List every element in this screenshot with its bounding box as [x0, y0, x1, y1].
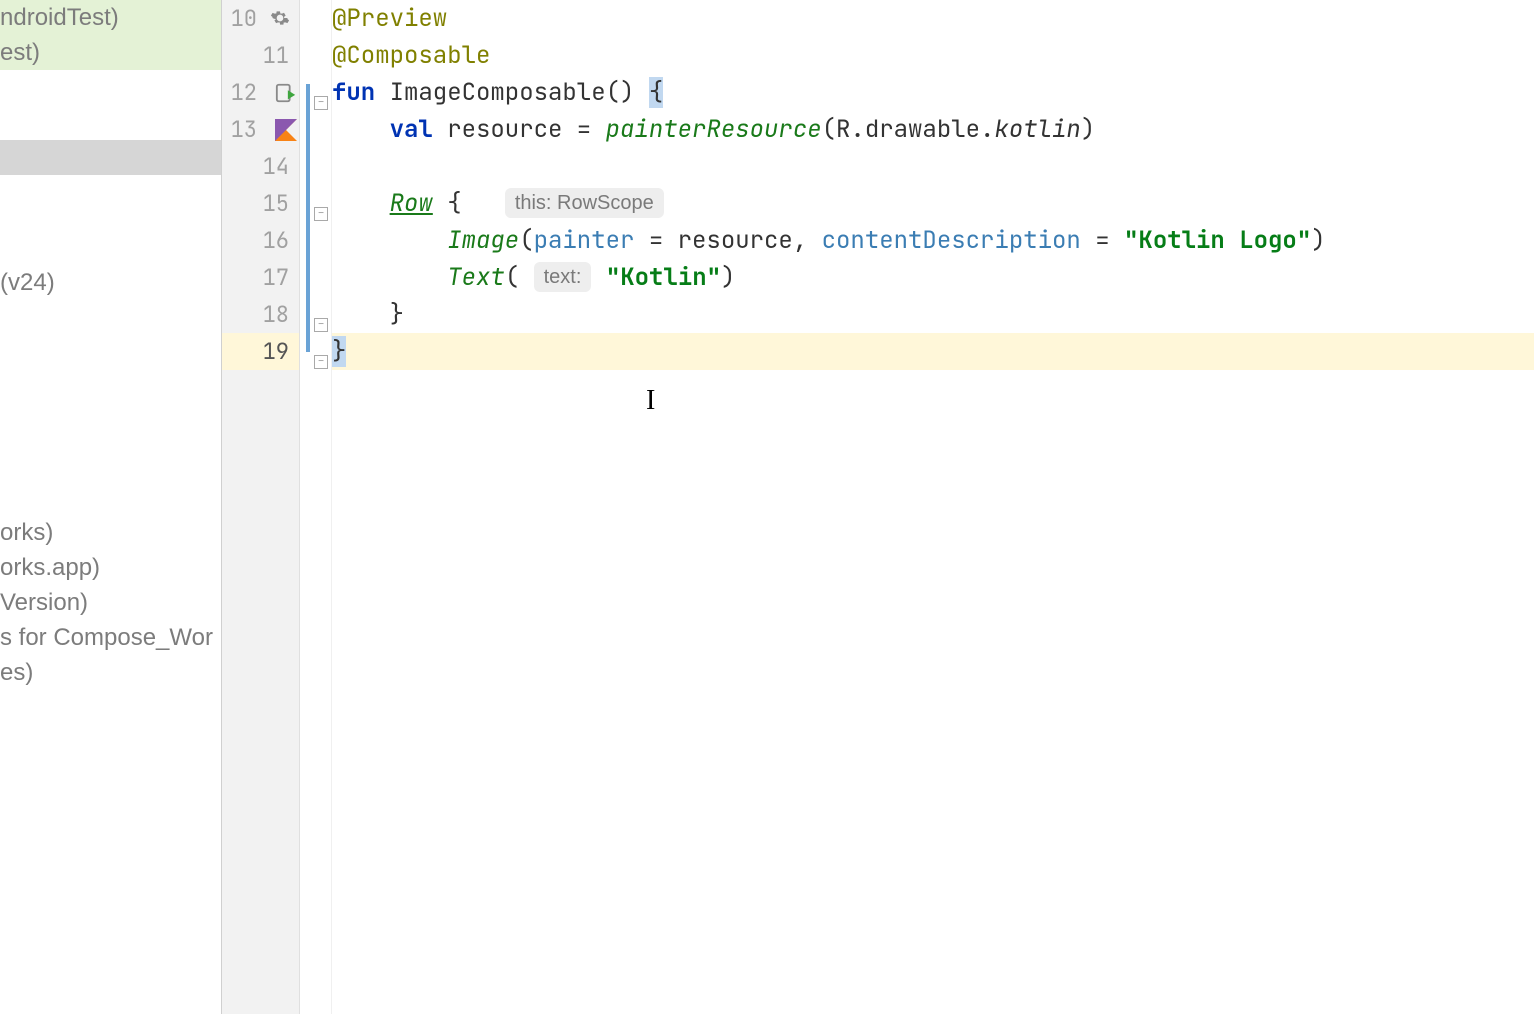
- code-line-current[interactable]: }: [332, 333, 1534, 370]
- editor-gutter[interactable]: 10 11 12 13 14 15 16 17 18 19: [222, 0, 300, 1014]
- tree-item[interactable]: est): [0, 35, 221, 70]
- function-call: painterResource: [606, 114, 822, 145]
- tree-item[interactable]: Version): [0, 585, 221, 620]
- inlay-hint[interactable]: text:: [534, 262, 592, 292]
- paren: ): [1081, 114, 1095, 145]
- line-number-text: 13: [231, 115, 257, 144]
- tree-spacer: [0, 70, 221, 105]
- identifier: kotlin: [994, 114, 1080, 145]
- keyword: val: [390, 114, 433, 145]
- line-number-text: 11: [263, 41, 289, 70]
- function-name: ImageComposable(): [375, 77, 649, 108]
- paren: (: [822, 114, 836, 145]
- named-param: painter: [534, 225, 635, 256]
- line-number-text: 12: [231, 78, 257, 107]
- string-literal: "Kotlin": [606, 262, 721, 293]
- indent: [332, 188, 390, 219]
- line-number[interactable]: 13: [222, 111, 299, 148]
- tree-item[interactable]: s for Compose_Wor: [0, 620, 221, 655]
- indent: [332, 114, 390, 145]
- tree-spacer: [0, 105, 221, 140]
- line-number-text: 16: [263, 226, 289, 255]
- tree-item[interactable]: es): [0, 655, 221, 690]
- code-line[interactable]: @Composable: [332, 37, 1534, 74]
- code-line[interactable]: Image(painter = resource, contentDescrip…: [332, 222, 1534, 259]
- code-line[interactable]: @Preview: [332, 0, 1534, 37]
- paren: (: [519, 225, 533, 256]
- gear-icon[interactable]: [266, 4, 294, 32]
- line-number[interactable]: 10: [222, 0, 299, 37]
- code-line[interactable]: Text( text: "Kotlin"): [332, 259, 1534, 296]
- close-brace-matched: }: [332, 336, 346, 367]
- fold-minus-icon[interactable]: −: [314, 207, 328, 221]
- line-number[interactable]: 12: [222, 74, 299, 111]
- keyword: fun: [332, 77, 375, 108]
- code-line[interactable]: [332, 148, 1534, 185]
- function-call: Text: [447, 262, 505, 293]
- annotation: @Preview: [332, 3, 447, 34]
- space: [591, 262, 605, 293]
- project-tree[interactable]: ndroidTest) est) (v24) orks) orks.app) V…: [0, 0, 222, 1014]
- named-param: contentDescription: [822, 225, 1081, 256]
- tree-item[interactable]: orks): [0, 515, 221, 550]
- line-number-text: 17: [263, 263, 289, 292]
- code-text: =: [1081, 225, 1124, 256]
- tree-spacer: [0, 175, 221, 265]
- code-line[interactable]: val resource = painterResource(R.drawabl…: [332, 111, 1534, 148]
- line-number-text: 10: [231, 4, 257, 33]
- tree-item[interactable]: ndroidTest): [0, 0, 221, 35]
- kotlin-logo-icon[interactable]: [271, 115, 301, 145]
- tree-item[interactable]: (v24): [0, 265, 221, 300]
- annotation: @Composable: [332, 40, 490, 71]
- inlay-hint[interactable]: this: RowScope: [505, 188, 664, 218]
- fold-column[interactable]: − − − −: [300, 0, 332, 1014]
- indent: [332, 299, 390, 330]
- code-line[interactable]: Row { this: RowScope: [332, 185, 1534, 222]
- text-cursor-icon: I: [646, 385, 655, 417]
- code-text: = resource,: [634, 225, 821, 256]
- ide-window: ndroidTest) est) (v24) orks) orks.app) V…: [0, 0, 1534, 1014]
- paren: (: [505, 262, 534, 293]
- code-text: R.drawable.: [836, 114, 994, 145]
- fold-minus-icon[interactable]: −: [314, 318, 328, 332]
- code-text: {: [433, 188, 505, 219]
- code-editor[interactable]: @Preview @Composable fun ImageComposable…: [332, 0, 1534, 1014]
- line-number-text: 15: [263, 189, 289, 218]
- fold-minus-icon[interactable]: −: [314, 355, 328, 369]
- line-number[interactable]: 15: [222, 185, 299, 222]
- tree-spacer: [0, 300, 221, 515]
- line-number[interactable]: 14: [222, 148, 299, 185]
- function-call: Row: [390, 188, 433, 219]
- run-icon[interactable]: [271, 78, 301, 108]
- line-number[interactable]: 17: [222, 259, 299, 296]
- code-line[interactable]: fun ImageComposable() {: [332, 74, 1534, 111]
- function-call: Image: [447, 225, 519, 256]
- code-line[interactable]: }: [332, 296, 1534, 333]
- fold-minus-icon[interactable]: −: [314, 96, 328, 110]
- code-text: resource =: [433, 114, 606, 145]
- indent: [332, 262, 447, 293]
- paren: ): [721, 262, 735, 293]
- line-number[interactable]: 16: [222, 222, 299, 259]
- line-number-current[interactable]: 19: [222, 333, 299, 370]
- paren: ): [1311, 225, 1325, 256]
- string-literal: "Kotlin Logo": [1124, 225, 1311, 256]
- open-brace-matched: {: [649, 77, 663, 108]
- fold-range-line: [306, 84, 310, 352]
- line-number[interactable]: 11: [222, 37, 299, 74]
- close-brace: }: [390, 299, 404, 330]
- line-number[interactable]: 18: [222, 296, 299, 333]
- line-number-text: 14: [263, 152, 289, 181]
- line-number-text: 19: [263, 337, 289, 366]
- indent: [332, 225, 447, 256]
- tree-item[interactable]: orks.app): [0, 550, 221, 585]
- tree-item-selected[interactable]: [0, 140, 221, 175]
- line-number-text: 18: [263, 300, 289, 329]
